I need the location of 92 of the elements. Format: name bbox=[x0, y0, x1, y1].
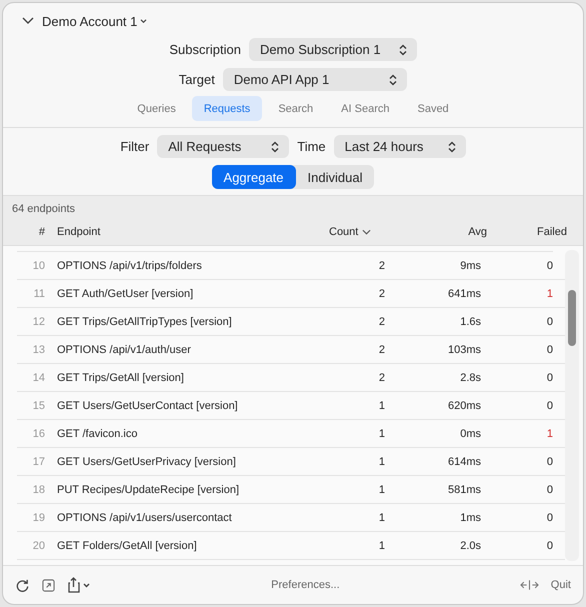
table-cell-text: 1 bbox=[378, 484, 385, 496]
table-cell-text: 0 bbox=[546, 484, 553, 496]
table-cell-text: 2.8s bbox=[459, 372, 481, 384]
row-number: 10 bbox=[32, 260, 45, 272]
table-cell-text: 0 bbox=[546, 344, 553, 356]
table-cell-text: GET Trips/GetAll [version] bbox=[56, 372, 185, 384]
table-cell-text: 0ms bbox=[459, 428, 481, 440]
field-label: Subscription bbox=[169, 42, 241, 57]
table-cell-text: OPTIONS /api/v1/users/usercontact bbox=[56, 512, 233, 524]
row-number: 17 bbox=[32, 456, 45, 468]
row-number: 19 bbox=[32, 512, 45, 524]
caret-icon bbox=[140, 18, 148, 24]
table-cell-text: GET Users/GetUserPrivacy [version] bbox=[56, 456, 237, 468]
table-cell-text: 2 bbox=[378, 372, 385, 384]
popup-button[interactable]: Demo API App 1 bbox=[222, 68, 408, 91]
table-cell-text: 620ms bbox=[446, 400, 481, 412]
row-number: 20 bbox=[32, 540, 45, 552]
tab[interactable]: Search bbox=[266, 96, 326, 121]
table-cell-text: GET Auth/GetUser [version] bbox=[56, 288, 194, 300]
table-cell-text: 1 bbox=[378, 428, 385, 440]
row-number: 13 bbox=[32, 344, 45, 356]
row-number: 15 bbox=[32, 400, 45, 412]
table-cell-text: GET Users/GetUserContact [version] bbox=[56, 400, 239, 412]
column-header[interactable]: Avg bbox=[389, 226, 487, 238]
table-cell-text: 2 bbox=[378, 288, 385, 300]
endpoint-count: 64 endpoints bbox=[11, 202, 76, 217]
table-cell-text: 2 bbox=[378, 316, 385, 328]
table-cell-text: OPTIONS /api/v1/trips/folders bbox=[56, 260, 203, 272]
table-cell-text: 1 bbox=[546, 428, 553, 440]
table-cell-text: 0 bbox=[546, 400, 553, 412]
table-cell-text: 1 bbox=[378, 400, 385, 412]
row-number: 11 bbox=[32, 288, 45, 300]
table-cell-text: 2 bbox=[378, 260, 385, 272]
column-header[interactable]: # bbox=[3, 226, 45, 238]
up-down-icon bbox=[398, 44, 407, 56]
table-cell-text: 0 bbox=[546, 540, 553, 552]
table-cell-text: 1 bbox=[546, 288, 553, 300]
refresh-icon[interactable] bbox=[15, 578, 30, 592]
tab[interactable]: Saved bbox=[405, 96, 461, 121]
popup-button[interactable]: Last 24 hours bbox=[334, 135, 466, 158]
column-header[interactable]: Endpoint bbox=[45, 226, 329, 238]
row-number: 16 bbox=[32, 428, 45, 440]
sort-caret-icon bbox=[362, 229, 372, 235]
segment-button[interactable]: Aggregate bbox=[212, 165, 296, 189]
column-header[interactable]: Count bbox=[329, 226, 377, 238]
table-cell-text: OPTIONS /api/v1/auth/user bbox=[56, 344, 192, 356]
table-cell-text: 0 bbox=[546, 456, 553, 468]
table-cell-text: GET Folders/GetAll [version] bbox=[56, 540, 198, 552]
table-cell-text: 0 bbox=[546, 512, 553, 524]
up-down-icon bbox=[271, 140, 280, 152]
up-down-icon bbox=[389, 74, 398, 86]
table-cell-text: 0 bbox=[546, 316, 553, 328]
tab[interactable]: AI Search bbox=[329, 96, 402, 121]
field-label: Time bbox=[297, 139, 326, 154]
column-header[interactable]: Failed bbox=[487, 226, 567, 238]
table-cell-text: 2.0s bbox=[459, 540, 481, 552]
table-cell-text: GET Trips/GetAllTripTypes [version] bbox=[56, 316, 233, 328]
table-cell-text: 1 bbox=[378, 512, 385, 524]
table-cell-text: 103ms bbox=[446, 344, 481, 356]
row-number: 12 bbox=[32, 316, 45, 328]
popup-button[interactable]: Demo Subscription 1 bbox=[248, 38, 417, 61]
table-cell-text: 1 bbox=[378, 540, 385, 552]
table-cell-text: 0 bbox=[546, 260, 553, 272]
account-menu[interactable]: Demo Account 1 bbox=[42, 14, 148, 28]
share-icon[interactable] bbox=[67, 577, 91, 593]
table-cell-text: 0 bbox=[546, 372, 553, 384]
table-cell-text: 1.6s bbox=[459, 316, 481, 328]
table-cell-text: 1 bbox=[378, 456, 385, 468]
popup-button[interactable]: All Requests bbox=[157, 135, 290, 158]
table-cell-text: 1ms bbox=[459, 512, 481, 524]
scrollbar[interactable] bbox=[565, 250, 579, 561]
table-cell-text: 9ms bbox=[459, 260, 481, 272]
resize-icon[interactable] bbox=[520, 579, 539, 591]
field-label: Filter bbox=[120, 139, 150, 154]
tab[interactable]: Requests bbox=[192, 96, 262, 121]
row-number: 14 bbox=[32, 372, 45, 384]
field-label: Target bbox=[178, 72, 215, 87]
table-cell-text: 581ms bbox=[446, 484, 481, 496]
scroll-thumb[interactable] bbox=[568, 290, 576, 346]
segment-button[interactable]: Individual bbox=[296, 165, 374, 189]
table-cell-text: 614ms bbox=[446, 456, 481, 468]
tab[interactable]: Queries bbox=[125, 96, 188, 121]
chevron-icon[interactable] bbox=[22, 17, 34, 25]
up-down-icon bbox=[448, 140, 456, 152]
table-cell-text: 2 bbox=[378, 344, 385, 356]
preferences-button[interactable]: Preferences... bbox=[271, 579, 340, 591]
quit-button[interactable]: Quit bbox=[550, 579, 571, 591]
table-cell-text: PUT Recipes/UpdateRecipe [version] bbox=[56, 484, 240, 496]
external-link-icon[interactable] bbox=[42, 578, 55, 592]
row-number: 18 bbox=[32, 484, 45, 496]
table-cell-text: GET /favicon.ico bbox=[56, 428, 138, 440]
table-cell-text: 641ms bbox=[446, 288, 481, 300]
